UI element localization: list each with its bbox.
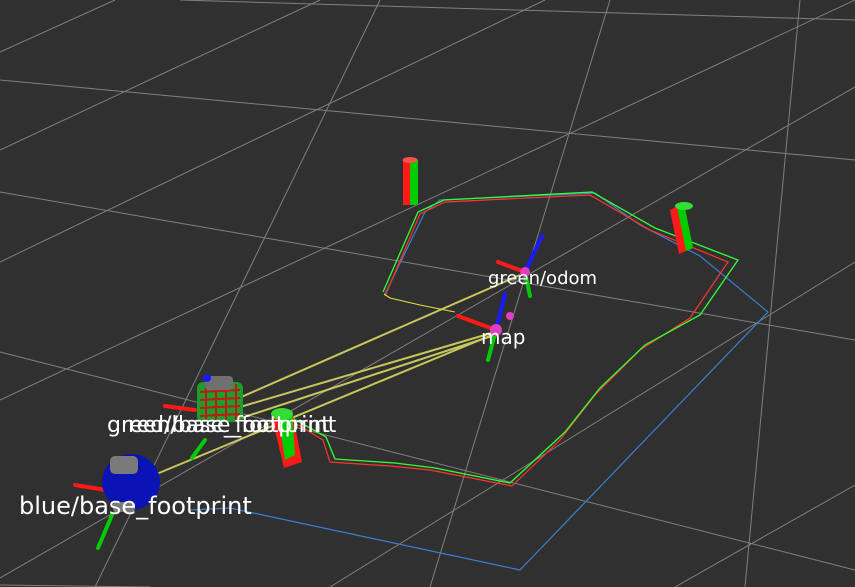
frame-label-map: map — [481, 325, 525, 349]
frame-label-red-base-footprint: red/base_footprint — [128, 413, 330, 438]
rviz-3d-viewport[interactable]: green/odom map green/base_footprint red/… — [0, 0, 855, 587]
frame-label-blue-base-footprint: blue/base_footprint — [19, 492, 252, 520]
frame-label-green-odom: green/odom — [488, 268, 597, 289]
landmark-cylinder-1 — [402, 157, 418, 205]
